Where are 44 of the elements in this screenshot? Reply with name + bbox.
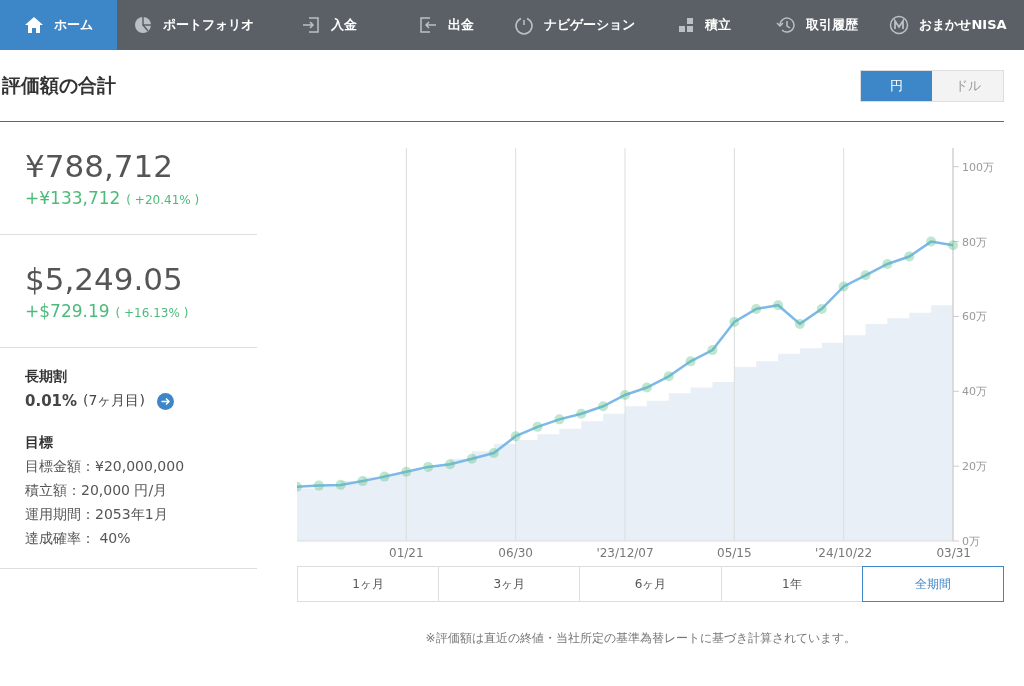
discount-rate: 0.01% (25, 392, 78, 410)
gain-amount: +¥133,712 (25, 188, 121, 208)
total-amount: $5,249.05 (25, 261, 184, 297)
discount-title: 長期割 (25, 368, 68, 386)
section-title: 評価額の合計 (2, 72, 116, 98)
sign-in-icon (300, 15, 321, 35)
period-tab[interactable]: 全期間 (862, 567, 1003, 601)
y-tick-label: 80万 (962, 235, 987, 249)
y-tick-label: 60万 (962, 310, 987, 324)
y-tick-label: 20万 (962, 460, 987, 474)
y-tick-label: 0万 (962, 535, 980, 548)
total-amount: ¥788,712 (25, 148, 174, 184)
footnote: ※評価額は直近の終値・当社所定の基準為替レートに基づき計算されています。 (425, 631, 856, 645)
currency-toggle[interactable]: 円 (861, 70, 932, 101)
goal-detail: 運用期間：2053年1月 (25, 506, 169, 524)
x-tick-label: '23/12/07 (596, 546, 654, 560)
nav-tab[interactable]: 取引履歴 (762, 0, 872, 50)
discount-months: (7ヶ月目) (83, 392, 145, 410)
nav-tab[interactable]: ナビゲーション (504, 0, 644, 50)
nav-tab[interactable]: ホーム (0, 0, 117, 50)
x-tick-label: 05/15 (717, 546, 752, 560)
goal-detail: 達成確率： 40% (25, 530, 132, 548)
goal-detail: 目標金額：¥20,000,000 (25, 458, 186, 476)
gain-percent: ( +20.41% ) (126, 193, 200, 207)
sign-out-icon (417, 15, 438, 35)
gain-amount: +$729.19 (25, 301, 110, 321)
history-icon (776, 15, 796, 35)
nav-tab[interactable]: 出金 (387, 0, 504, 50)
pie-chart-icon (133, 15, 153, 35)
arrow-right-icon[interactable] (156, 392, 174, 410)
x-tick-label: 06/30 (498, 546, 533, 560)
y-tick-label: 100万 (962, 160, 994, 174)
x-tick-label: 01/21 (389, 546, 424, 560)
nav-tab[interactable]: 入金 (270, 0, 387, 50)
nav-tab[interactable]: ポートフォリオ (117, 0, 270, 50)
home-icon (24, 15, 44, 35)
goal-title: 目標 (25, 434, 54, 452)
x-tick-label: 03/31 (936, 546, 971, 560)
nav-tab[interactable]: 積立 (644, 0, 762, 50)
nav-tab[interactable]: おまかせNISA (872, 0, 1024, 50)
goal-detail: 積立額：20,000 円/月 (25, 482, 169, 500)
x-tick-label: '24/10/22 (815, 546, 873, 560)
gain-percent: ( +16.13% ) (115, 306, 189, 320)
y-tick-label: 40万 (962, 385, 987, 399)
